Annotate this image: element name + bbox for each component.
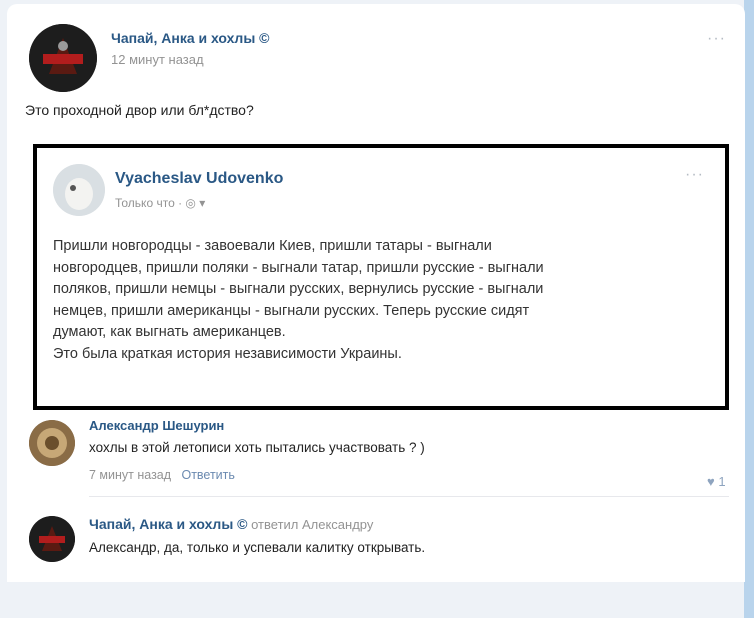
reply-text: Александр, да, только и успевали калитку…: [89, 540, 426, 555]
post-author[interactable]: Чапай, Анка и хохлы ©: [111, 30, 269, 46]
comment-time[interactable]: 7 минут назад: [89, 468, 171, 482]
quoted-post: ··· Vyacheslav Udovenko Только что · ◎ ▾…: [33, 144, 729, 410]
quoted-line: поляков, пришли немцы - выгнали русских,…: [53, 281, 544, 297]
reply-button[interactable]: Ответить: [181, 468, 234, 482]
community-avatar[interactable]: [29, 24, 97, 92]
post-card: Чапай, Анка и хохлы © 12 минут назад ···…: [7, 4, 745, 582]
quoted-line: думают, как выгнать американцев.: [53, 324, 286, 340]
comment-text: хохлы в этой летописи хоть пытались учас…: [89, 440, 425, 455]
reply-target[interactable]: ответил Александру: [251, 517, 373, 532]
quoted-menu-icon: ···: [685, 166, 704, 183]
post-time[interactable]: 12 минут назад: [111, 52, 204, 67]
post-menu-icon[interactable]: ···: [707, 30, 726, 48]
comments-divider: [89, 496, 729, 497]
reply-author[interactable]: Чапай, Анка и хохлы ©: [89, 516, 247, 532]
comment-author[interactable]: Александр Шешурин: [89, 418, 224, 433]
quoted-time: Только что · ◎ ▾: [115, 196, 206, 210]
post-text: Это проходной двор или бл*дство?: [25, 102, 254, 118]
quoted-text: Пришли новгородцы - завоевали Киев, приш…: [53, 236, 713, 365]
reply-author-avatar[interactable]: [29, 516, 75, 562]
window-edge: [744, 0, 754, 618]
reply-header: Чапай, Анка и хохлы © ответил Александру: [89, 516, 373, 532]
quoted-author-avatar: [53, 164, 105, 216]
quoted-line: Пришли новгородцы - завоевали Киев, приш…: [53, 238, 492, 254]
quoted-line: немцев, пришли американцы - выгнали русс…: [53, 302, 530, 319]
like-counter[interactable]: ♥ 1: [707, 474, 726, 489]
commenter-avatar[interactable]: [29, 420, 75, 466]
quoted-author: Vyacheslav Udovenko: [115, 170, 284, 187]
quoted-line: новгородцев, пришли поляки - выгнали тат…: [53, 259, 544, 276]
quoted-line: Это была краткая история независимости У…: [53, 345, 402, 362]
comment-meta: 7 минут назад Ответить: [89, 468, 235, 482]
